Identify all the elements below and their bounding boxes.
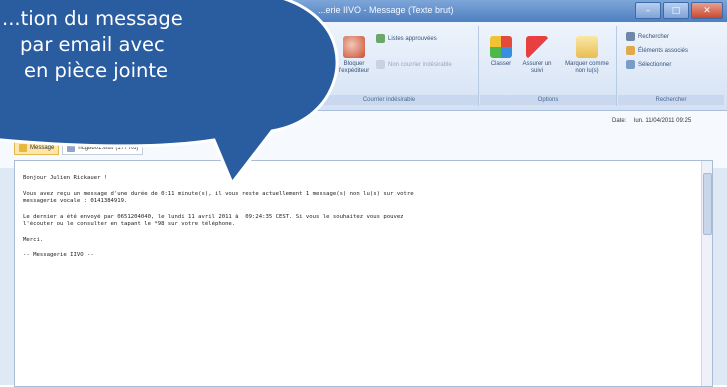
body-scrollbar[interactable] bbox=[701, 161, 712, 386]
close-button[interactable]: ✕ bbox=[691, 2, 723, 19]
to-value: Julien Rickauer bbox=[76, 116, 118, 122]
ribbon-group-junk-label: Courrier indésirable bbox=[300, 95, 478, 105]
safe-lists-label: Listes approuvées bbox=[388, 35, 437, 42]
ribbon-group-find: Rechercher Éléments associés Sélectionne… bbox=[618, 26, 724, 106]
attachment-bar: Message ncg8801.wav (177 Ko) bbox=[14, 141, 144, 155]
related-items-label: Éléments associés bbox=[638, 47, 689, 54]
message-icon bbox=[19, 144, 27, 152]
callout-line-3: en pièce jointe bbox=[24, 59, 169, 82]
block-sender-label: Bloquer l'expéditeur bbox=[338, 61, 370, 74]
select-button[interactable]: Sélectionner bbox=[626, 60, 671, 69]
select-icon bbox=[626, 60, 635, 69]
maximize-button[interactable]: □ bbox=[663, 2, 689, 19]
scrollbar-thumb[interactable] bbox=[703, 173, 712, 235]
ribbon-group-find-label: Rechercher bbox=[618, 95, 724, 105]
callout-line-1: ...tion du message bbox=[2, 7, 183, 30]
envelope-icon bbox=[576, 36, 598, 58]
right-frame bbox=[711, 168, 727, 385]
not-junk-button[interactable]: Non courrier indésirable bbox=[376, 60, 452, 69]
date-label: Date: bbox=[612, 118, 627, 124]
audio-file-icon bbox=[67, 144, 76, 152]
to-label: A: bbox=[16, 116, 22, 122]
binoculars-icon bbox=[626, 32, 635, 41]
attachment-file[interactable]: ncg8801.wav (177 Ko) bbox=[62, 141, 144, 155]
message-body[interactable]: Bonjour Julien Rickauer ! Vous avez reçu… bbox=[14, 160, 713, 387]
not-junk-icon bbox=[376, 60, 385, 69]
left-frame bbox=[0, 168, 14, 385]
message-body-text: Bonjour Julien Rickauer ! Vous avez reçu… bbox=[23, 175, 703, 268]
attachment-file-label: ncg8801.wav (177 Ko) bbox=[78, 145, 139, 151]
mark-unread-button[interactable]: Marquer comme non lu(s) bbox=[562, 36, 612, 75]
related-items-button[interactable]: Éléments associés bbox=[626, 46, 688, 55]
select-label: Sélectionner bbox=[638, 61, 672, 68]
mark-unread-label: Marquer comme non lu(s) bbox=[565, 61, 609, 74]
last-message-paragraph: Le dernier a été envoyé par 0651204040, … bbox=[23, 213, 404, 228]
thanks-paragraph: Merci. bbox=[23, 236, 44, 243]
date-value: lun. 11/04/2011 09:25 bbox=[634, 118, 692, 124]
cc-label: Cc: bbox=[16, 126, 25, 132]
ribbon-group-options-label: Options bbox=[480, 95, 616, 105]
greeting-paragraph: Bonjour Julien Rickauer ! bbox=[23, 175, 108, 181]
block-sender-icon bbox=[343, 36, 365, 58]
categorize-button[interactable]: Classer bbox=[484, 36, 518, 68]
voicemail-info-paragraph: Vous avez reçu un message d'une durée de… bbox=[23, 190, 414, 205]
minimize-button[interactable]: – bbox=[635, 2, 661, 19]
related-icon bbox=[626, 46, 635, 55]
categorize-icon bbox=[490, 36, 512, 58]
not-junk-label: Non courrier indésirable bbox=[388, 61, 452, 68]
flag-icon bbox=[526, 36, 548, 58]
safe-lists-button[interactable]: Listes approuvées bbox=[376, 34, 437, 43]
window-title: ...erie IIVO - Message (Texte brut) bbox=[318, 5, 454, 15]
callout-line-2: par email avec bbox=[20, 33, 165, 56]
find-label: Rechercher bbox=[638, 33, 670, 40]
message-tab-label: Message bbox=[30, 145, 55, 151]
message-tab[interactable]: Message bbox=[14, 141, 60, 155]
signature-paragraph: -- Messagerie IIVO -- bbox=[23, 252, 94, 258]
ribbon-group-options: Classer Assurer un suivi Marquer comme n… bbox=[480, 26, 617, 106]
follow-up-label: Assurer un suivi bbox=[522, 61, 552, 74]
block-sender-button[interactable]: Bloquer l'expéditeur bbox=[334, 36, 374, 75]
ribbon-group-junk: Bloquer l'expéditeur Listes approuvées N… bbox=[300, 26, 479, 106]
window-controls: – □ ✕ bbox=[635, 2, 723, 19]
safe-list-icon bbox=[376, 34, 385, 43]
find-button[interactable]: Rechercher bbox=[626, 32, 669, 41]
follow-up-button[interactable]: Assurer un suivi bbox=[520, 36, 554, 75]
categorize-label: Classer bbox=[490, 61, 512, 67]
